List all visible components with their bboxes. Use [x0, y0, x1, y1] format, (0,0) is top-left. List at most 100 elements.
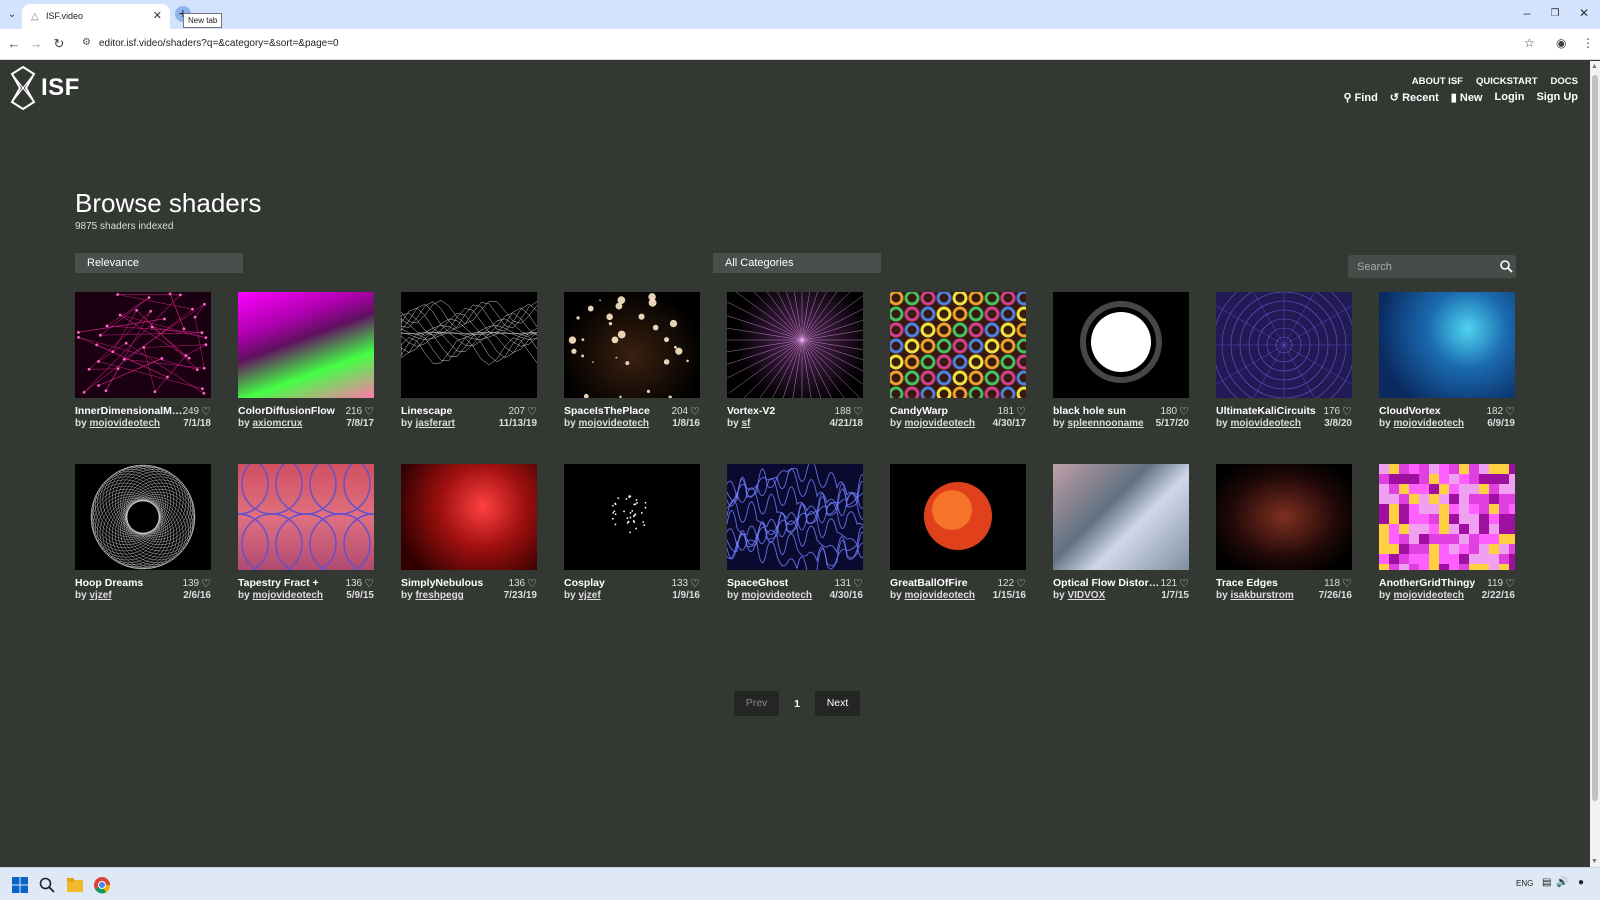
heart-icon[interactable]: ♡: [1179, 577, 1189, 590]
minimize-icon[interactable]: –: [1518, 6, 1536, 20]
heart-icon[interactable]: ♡: [527, 577, 537, 590]
prev-page-button[interactable]: Prev: [734, 691, 779, 716]
nav-recent[interactable]: ↺ Recent: [1390, 91, 1439, 104]
author-link[interactable]: mojovideotech: [252, 590, 323, 601]
shader-thumbnail[interactable]: [1053, 292, 1189, 398]
shader-thumbnail[interactable]: [727, 464, 863, 570]
taskbar-search-icon[interactable]: [38, 876, 56, 894]
shader-card[interactable]: AnotherGridThingy 119 ♡ by mojovideotech 2/2…: [1379, 464, 1515, 623]
nav-docs[interactable]: DOCS: [1551, 76, 1578, 87]
shader-title[interactable]: Trace Edges: [1216, 577, 1278, 589]
heart-icon[interactable]: ♡: [853, 405, 863, 418]
author-link[interactable]: isakburstrom: [1230, 590, 1293, 601]
author-link[interactable]: sf: [741, 418, 750, 429]
shader-card[interactable]: CandyWarp 181 ♡ by mojovideotech 4/30/17: [890, 292, 1026, 451]
shader-card[interactable]: Tapestry Fract + 136 ♡ by mojovideotech 5/9/…: [238, 464, 374, 623]
author-link[interactable]: mojovideotech: [578, 418, 649, 429]
chrome-icon[interactable]: [93, 876, 111, 894]
shader-card[interactable]: SpaceGhost 131 ♡ by mojovideotech 4/30/16: [727, 464, 863, 623]
windows-start-icon[interactable]: [11, 876, 29, 894]
shader-title[interactable]: Cosplay: [564, 577, 605, 589]
shader-title[interactable]: AnotherGridThingy: [1379, 577, 1475, 589]
shader-title[interactable]: SpaceGhost: [727, 577, 788, 589]
shader-card[interactable]: ColorDiffusionFlow 216 ♡ by axiomcrux 7/8/17: [238, 292, 374, 451]
nav-login[interactable]: Login: [1495, 91, 1525, 104]
next-page-button[interactable]: Next: [815, 691, 860, 716]
page-scrollbar[interactable]: ▲ ▼: [1590, 61, 1600, 867]
shader-thumbnail[interactable]: [1216, 292, 1352, 398]
heart-icon[interactable]: ♡: [1016, 577, 1026, 590]
shader-title[interactable]: CloudVortex: [1379, 405, 1441, 417]
heart-icon[interactable]: ♡: [1016, 405, 1026, 418]
heart-icon[interactable]: ♡: [690, 577, 700, 590]
shader-thumbnail[interactable]: [564, 464, 700, 570]
author-link[interactable]: spleennooname: [1067, 418, 1143, 429]
shader-card[interactable]: SpaceIsThePlace 204 ♡ by mojovideotech 1/8/1…: [564, 292, 700, 451]
shader-title[interactable]: Hoop Dreams: [75, 577, 143, 589]
back-icon[interactable]: ←: [6, 36, 22, 51]
forward-icon[interactable]: →: [28, 36, 44, 51]
shader-thumbnail[interactable]: [727, 292, 863, 398]
shader-title[interactable]: Linescape: [401, 405, 452, 417]
search-button-icon[interactable]: [1499, 259, 1513, 273]
shader-card[interactable]: Hoop Dreams 139 ♡ by vjzef 2/6/16: [75, 464, 211, 623]
author-link[interactable]: vjzef: [89, 590, 111, 601]
shader-thumbnail[interactable]: [1379, 292, 1515, 398]
shader-card[interactable]: Trace Edges 118 ♡ by isakburstrom 7/26/16: [1216, 464, 1352, 623]
restore-icon[interactable]: ❐: [1546, 8, 1564, 19]
shader-thumbnail[interactable]: [401, 292, 537, 398]
shader-thumbnail[interactable]: [564, 292, 700, 398]
shader-title[interactable]: GreatBallOfFire: [890, 577, 968, 589]
shader-card[interactable]: SimplyNebulous 136 ♡ by freshpegg 7/23/19: [401, 464, 537, 623]
shader-card[interactable]: Vortex-V2 188 ♡ by sf 4/21/18: [727, 292, 863, 451]
heart-icon[interactable]: ♡: [527, 405, 537, 418]
shader-thumbnail[interactable]: [238, 292, 374, 398]
shader-thumbnail[interactable]: [890, 464, 1026, 570]
shader-thumbnail[interactable]: [1379, 464, 1515, 570]
search-input[interactable]: [1348, 255, 1496, 278]
nav-find[interactable]: ⚲ Find: [1343, 91, 1377, 104]
shader-title[interactable]: InnerDimensionalMat...: [75, 405, 183, 417]
author-link[interactable]: VIDVOX: [1067, 590, 1105, 601]
nav-new[interactable]: ▮ New: [1451, 91, 1483, 104]
shader-card[interactable]: CloudVortex 182 ♡ by mojovideotech 6/9/19: [1379, 292, 1515, 451]
network-icon[interactable]: ▤: [1542, 877, 1551, 888]
shader-title[interactable]: black hole sun: [1053, 405, 1126, 417]
nav-signup[interactable]: Sign Up: [1536, 91, 1578, 104]
heart-icon[interactable]: ♡: [1342, 577, 1352, 590]
browser-tab[interactable]: △ ISF.video ✕: [22, 4, 170, 29]
site-settings-icon[interactable]: ⚙: [82, 37, 91, 48]
scroll-up-icon[interactable]: ▲: [1591, 63, 1598, 70]
isf-logo[interactable]: ISF: [10, 66, 80, 110]
author-link[interactable]: mojovideotech: [1393, 418, 1464, 429]
author-link[interactable]: freshpegg: [415, 590, 463, 601]
shader-thumbnail[interactable]: [75, 292, 211, 398]
scroll-down-icon[interactable]: ▼: [1591, 858, 1598, 865]
author-link[interactable]: mojovideotech: [904, 418, 975, 429]
shader-card[interactable]: Cosplay 133 ♡ by vjzef 1/9/16: [564, 464, 700, 623]
author-link[interactable]: mojovideotech: [1230, 418, 1301, 429]
shader-thumbnail[interactable]: [401, 464, 537, 570]
shader-thumbnail[interactable]: [1053, 464, 1189, 570]
shader-thumbnail[interactable]: [1216, 464, 1352, 570]
profile-icon[interactable]: ◉: [1556, 36, 1566, 50]
shader-thumbnail[interactable]: [75, 464, 211, 570]
notification-bell-icon[interactable]: ●: [1578, 877, 1584, 888]
heart-icon[interactable]: ♡: [201, 577, 211, 590]
shader-card[interactable]: GreatBallOfFire 122 ♡ by mojovideotech 1/15/…: [890, 464, 1026, 623]
shader-title[interactable]: SpaceIsThePlace: [564, 405, 650, 417]
nav-about[interactable]: ABOUT ISF: [1412, 76, 1463, 87]
heart-icon[interactable]: ♡: [1505, 405, 1515, 418]
language-indicator[interactable]: ENG: [1516, 879, 1533, 888]
shader-card[interactable]: black hole sun 180 ♡ by spleennooname 5/17/2…: [1053, 292, 1189, 451]
file-explorer-icon[interactable]: [66, 876, 84, 894]
shader-title[interactable]: UltimateKaliCircuits: [1216, 405, 1316, 417]
heart-icon[interactable]: ♡: [1505, 577, 1515, 590]
author-link[interactable]: axiomcrux: [252, 418, 302, 429]
address-bar[interactable]: editor.isf.video/shaders?q=&category=&so…: [99, 38, 339, 49]
author-link[interactable]: mojovideotech: [89, 418, 160, 429]
shader-title[interactable]: ColorDiffusionFlow: [238, 405, 335, 417]
bookmark-star-icon[interactable]: ☆: [1524, 36, 1535, 50]
shader-card[interactable]: InnerDimensionalMat... 249 ♡ by mojovideote…: [75, 292, 211, 451]
author-link[interactable]: mojovideotech: [741, 590, 812, 601]
